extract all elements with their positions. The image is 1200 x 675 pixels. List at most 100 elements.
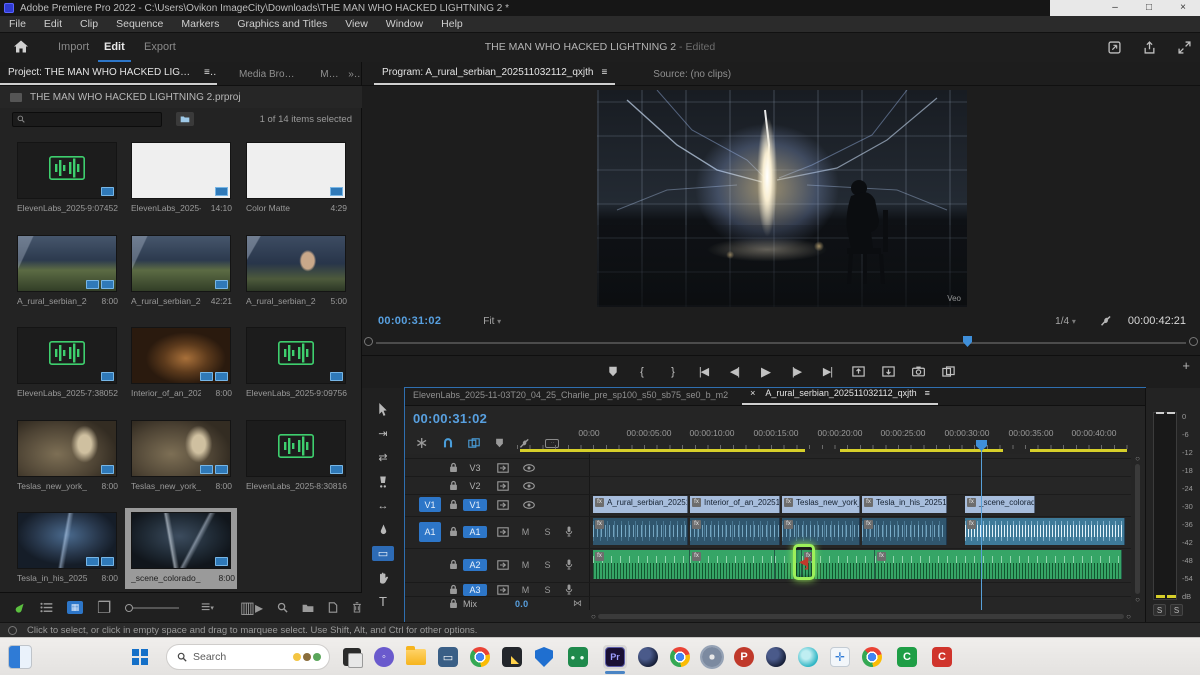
list-view-button[interactable] — [40, 602, 53, 613]
track-name[interactable]: V1 — [463, 499, 487, 511]
dark-orb-app-button[interactable] — [636, 645, 660, 669]
menu-sequence[interactable]: Sequence — [107, 16, 172, 33]
timeline-track-content[interactable]: fxA_rural_serbian_20251 fxInterior_of_an… — [590, 454, 1131, 610]
scrubber-left-handle[interactable] — [364, 337, 373, 346]
taskbar-search-box[interactable]: Search — [166, 644, 330, 670]
minimize-button[interactable]: – — [1098, 0, 1132, 16]
add-marker-icon[interactable] — [608, 366, 618, 377]
go-to-out-button[interactable]: ▶| — [821, 365, 835, 378]
ai-brain-app-button[interactable] — [796, 645, 820, 669]
lane-a3[interactable] — [590, 582, 1131, 596]
sync-lock-icon[interactable] — [497, 527, 509, 537]
ripple-edit-tool[interactable]: ⇄ — [372, 450, 394, 465]
track-header-v2[interactable]: V2 — [405, 476, 590, 494]
lock-icon[interactable] — [449, 462, 458, 473]
eye-icon[interactable] — [523, 482, 535, 490]
quick-export-icon[interactable] — [1108, 41, 1121, 54]
project-item-video[interactable]: A_rural_serbian_202...42:21 — [128, 235, 234, 306]
tab-import[interactable]: Import — [52, 33, 95, 62]
timeline-tab-inactive[interactable]: ElevenLabs_2025-11-03T20_04_25_Charlie_p… — [405, 386, 736, 405]
timeline-panel-menu-icon[interactable]: ≡ — [925, 384, 938, 405]
dark-orb-app-button[interactable] — [764, 645, 788, 669]
icon-view-button[interactable]: ▦ — [67, 601, 83, 614]
rectangle-tool[interactable]: ▭ — [372, 546, 394, 561]
button-editor-plus[interactable]: + — [1182, 358, 1190, 373]
mute-button[interactable]: M — [519, 560, 532, 570]
razor-tool[interactable] — [372, 474, 394, 489]
track-header-mix[interactable]: Mix 0.0 ⋈ — [405, 596, 590, 610]
mix-value[interactable]: 0.0 — [515, 599, 528, 609]
project-item-audio[interactable]: ElevenLabs_2025-...9:07452 — [14, 142, 120, 213]
widgets-button[interactable] — [8, 645, 32, 669]
task-view-button[interactable] — [340, 645, 364, 669]
tab-overflow-chevron[interactable]: » — [340, 65, 361, 85]
media-app-button[interactable] — [500, 645, 524, 669]
playback-resolution-dropdown[interactable]: 1/4 ▾ — [1055, 316, 1076, 327]
project-item-audio[interactable]: ElevenLabs_2025-...9:09756 — [243, 327, 349, 398]
mic-icon[interactable] — [565, 559, 573, 570]
tab-project[interactable]: Project: THE MAN WHO HACKED LIGHTNING 2 — [0, 63, 204, 85]
project-item-matte[interactable]: ElevenLabs_2025-11-...14:10 — [128, 142, 234, 213]
tab-source[interactable]: Source: (no clips) — [645, 65, 739, 85]
type-tool[interactable]: T — [372, 594, 394, 609]
timeline-ruler[interactable]: 00:00 00:00:05:00 00:00:10:00 00:00:15:0… — [517, 428, 1131, 442]
video-clip[interactable]: fxInterior_of_an_2025110 — [690, 496, 780, 513]
audio-clip[interactable]: fx — [690, 518, 780, 545]
timeline-horizontal-scrollbar[interactable]: ○○ — [591, 612, 1131, 620]
lane-mix[interactable] — [590, 596, 1131, 610]
project-breadcrumb[interactable]: THE MAN WHO HACKED LIGHTNING 2.prproj — [0, 86, 362, 108]
zoom-level-dropdown[interactable]: Fit ▾ — [483, 316, 501, 327]
settings-gear-button[interactable] — [700, 645, 724, 669]
audio-clip-selected[interactable]: fx — [965, 518, 1125, 545]
project-item-video[interactable]: A_rural_serbian_2025...5:00 — [243, 235, 349, 306]
menu-view[interactable]: View — [336, 16, 377, 33]
green-audio-clip[interactable]: fx — [593, 550, 690, 579]
project-panel-menu-icon[interactable]: ≡ — [204, 63, 217, 85]
project-item-audio[interactable]: ElevenLabs_2025-...8:30816 — [243, 420, 349, 491]
track-name[interactable]: V2 — [463, 480, 487, 492]
source-patch-a1[interactable]: A1 — [419, 522, 441, 542]
tab-media-browser[interactable]: Media Browser — [231, 65, 304, 85]
step-back-button[interactable]: ◀| — [728, 365, 742, 378]
track-header-a3[interactable]: A3 M S — [405, 582, 590, 596]
source-patch-v1[interactable]: V1 — [419, 497, 441, 512]
menu-help[interactable]: Help — [432, 16, 472, 33]
chrome-profile-button[interactable] — [860, 645, 884, 669]
timeline-vertical-scrollbar[interactable]: ○○ — [1133, 454, 1142, 604]
scroll-left-handle[interactable]: ○ — [591, 612, 596, 621]
mark-in-button[interactable]: { — [635, 366, 649, 378]
chrome-button[interactable] — [468, 645, 492, 669]
menu-file[interactable]: File — [0, 16, 35, 33]
solo-button[interactable]: S — [541, 560, 554, 570]
green-audio-clip[interactable]: fx — [690, 550, 775, 579]
chat-button[interactable]: ◦ — [372, 645, 396, 669]
lock-icon[interactable] — [449, 480, 458, 491]
thumbnail-zoom-slider[interactable] — [125, 607, 179, 609]
green-audio-clip[interactable]: fx — [875, 550, 1122, 579]
mic-icon[interactable] — [565, 584, 573, 595]
home-icon[interactable] — [14, 40, 28, 53]
track-name[interactable]: A3 — [463, 584, 487, 596]
video-clip[interactable]: fxTeslas_new_york_2025 — [782, 496, 860, 513]
menu-clip[interactable]: Clip — [71, 16, 107, 33]
new-item-button[interactable] — [328, 602, 338, 613]
nest-toggle-icon[interactable]: ∗ — [415, 433, 428, 453]
hand-tool[interactable] — [372, 570, 394, 585]
add-marker-icon[interactable] — [495, 438, 504, 448]
solo-left-button[interactable]: S — [1153, 604, 1166, 616]
track-name[interactable]: V3 — [463, 462, 487, 474]
video-clip[interactable]: fx_scene_colorado — [965, 496, 1035, 513]
find-button[interactable] — [277, 602, 288, 613]
timeline-tab-active[interactable]: A_rural_serbian_202511032112_qxjth — [763, 384, 924, 405]
search-input[interactable] — [12, 112, 162, 127]
sync-lock-icon[interactable] — [497, 463, 509, 473]
track-header-v3[interactable]: V3 — [405, 458, 590, 476]
program-panel-menu-icon[interactable]: ≡ — [601, 63, 615, 85]
camtasia-button[interactable]: C — [895, 645, 919, 669]
new-bin-button[interactable] — [302, 603, 314, 613]
defender-button[interactable] — [532, 645, 556, 669]
menu-window[interactable]: Window — [377, 16, 432, 33]
solo-button[interactable]: S — [541, 585, 554, 595]
eye-icon[interactable] — [523, 501, 535, 509]
sort-icons-button[interactable]: ≡ ▾ — [201, 599, 214, 617]
